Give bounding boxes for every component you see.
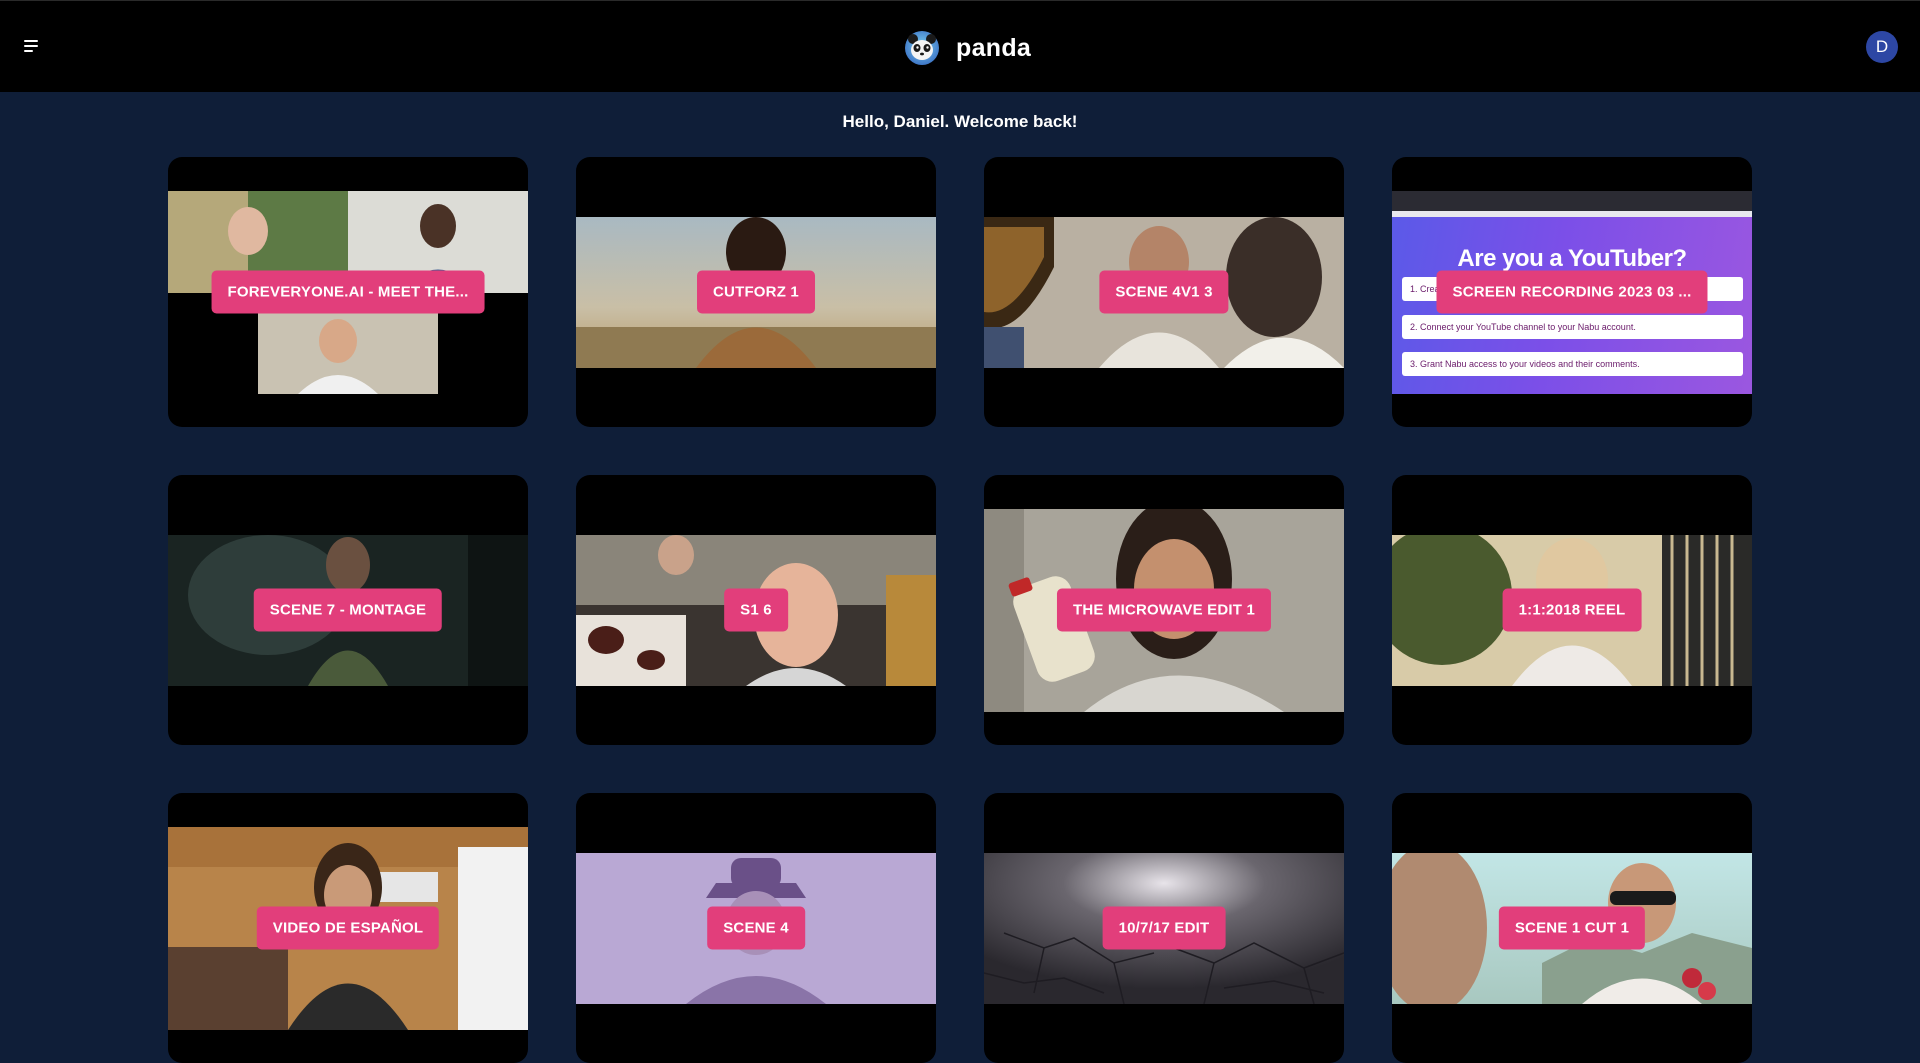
video-title-label[interactable]: SCENE 4: [707, 906, 805, 950]
video-title-label[interactable]: 1:1:2018 REEL: [1502, 588, 1642, 632]
video-card[interactable]: SCENE 4: [576, 793, 936, 1063]
video-card[interactable]: CUTFORZ 1: [576, 157, 936, 427]
video-card[interactable]: 10/7/17 EDIT: [984, 793, 1344, 1063]
video-title-label[interactable]: FOREVERYONE.AI - MEET THE...: [211, 270, 485, 314]
video-card[interactable]: SCENE 4V1 3: [984, 157, 1344, 427]
video-title-label[interactable]: 10/7/17 EDIT: [1102, 906, 1226, 950]
thumbnail-step: 3. Grant Nabu access to your videos and …: [1402, 352, 1743, 376]
video-card[interactable]: VIDEO DE ESPAÑOL: [168, 793, 528, 1063]
video-card[interactable]: 1:1:2018 REEL: [1392, 475, 1752, 745]
brand[interactable]: panda: [904, 28, 1031, 68]
top-bar: panda D: [0, 0, 1920, 92]
video-card[interactable]: S1 6: [576, 475, 936, 745]
video-card[interactable]: FOREVERYONE.AI - MEET THE...: [168, 157, 528, 427]
thumbnail-step: 2. Connect your YouTube channel to your …: [1402, 315, 1743, 339]
welcome-greeting: Hello, Daniel. Welcome back!: [842, 112, 1078, 131]
thumbnail-heading: Are you a YouTuber?: [1457, 245, 1687, 272]
video-title-label[interactable]: VIDEO DE ESPAÑOL: [256, 906, 440, 950]
video-grid: FOREVERYONE.AI - MEET THE... CUTFORZ 1 S…: [168, 157, 1752, 1063]
video-title-label[interactable]: S1 6: [724, 588, 788, 632]
user-avatar[interactable]: D: [1866, 31, 1898, 63]
video-card[interactable]: Are you a YouTuber? 1. Create a 2. Conne…: [1392, 157, 1752, 427]
video-card[interactable]: THE MICROWAVE EDIT 1: [984, 475, 1344, 745]
video-title-label[interactable]: SCREEN RECORDING 2023 03 ...: [1436, 270, 1708, 314]
video-title-label[interactable]: SCENE 7 - MONTAGE: [253, 588, 443, 632]
app-name: panda: [956, 33, 1032, 62]
video-title-label[interactable]: CUTFORZ 1: [697, 270, 815, 314]
video-title-label[interactable]: THE MICROWAVE EDIT 1: [1056, 588, 1272, 632]
video-card[interactable]: SCENE 1 CUT 1: [1392, 793, 1752, 1063]
video-title-label[interactable]: SCENE 1 CUT 1: [1498, 906, 1646, 950]
video-title-label[interactable]: SCENE 4V1 3: [1099, 270, 1229, 314]
hamburger-menu-icon[interactable]: [20, 37, 44, 57]
video-card[interactable]: SCENE 7 - MONTAGE: [168, 475, 528, 745]
panda-logo-icon: [905, 31, 939, 65]
